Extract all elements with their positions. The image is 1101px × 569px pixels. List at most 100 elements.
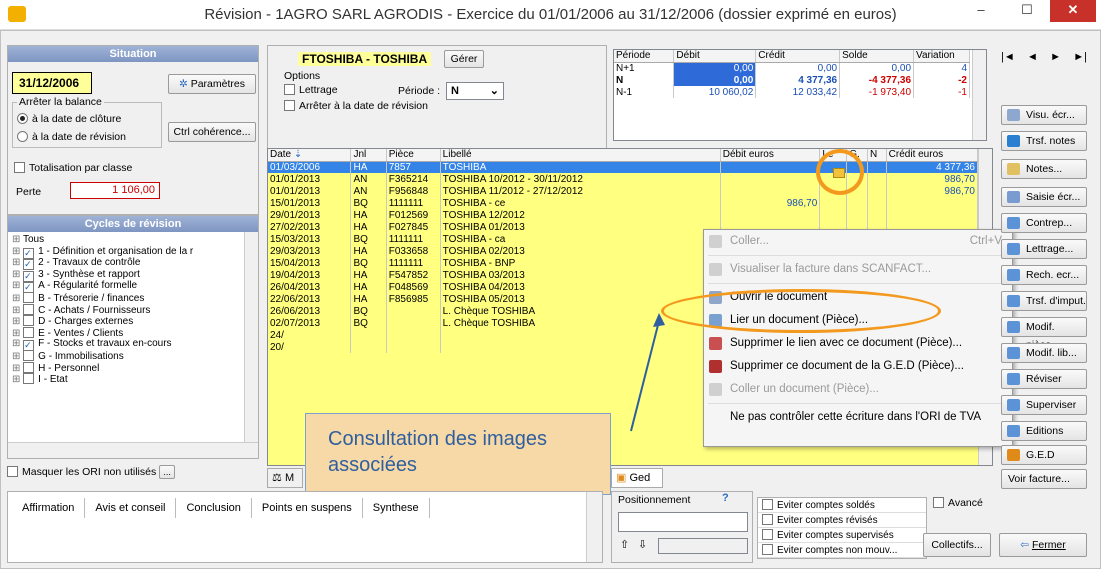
expand-icon[interactable]: ⊞ bbox=[12, 328, 23, 339]
tree-item[interactable]: ⊞ ✓ F - Stocks et travaux en-cours bbox=[12, 338, 244, 352]
expand-icon[interactable]: ⊞ bbox=[12, 257, 23, 268]
tree-item[interactable]: ⊞ ✓ 1 - Définition et organisation de la … bbox=[12, 246, 244, 259]
totalisation-checkbox[interactable]: Totalisation par classe bbox=[14, 162, 132, 174]
side-button[interactable]: Rech. ecr... bbox=[1001, 265, 1087, 285]
expand-icon[interactable]: ⊞ bbox=[12, 269, 23, 280]
menu-item-scanfact[interactable]: Visualiser la facture dans SCANFACT... bbox=[704, 258, 1012, 281]
expand-icon[interactable]: ⊞ bbox=[12, 246, 23, 257]
expand-icon[interactable]: ⊞ bbox=[12, 363, 23, 374]
minimize-icon[interactable]: ‒ bbox=[958, 0, 1004, 22]
period-row[interactable]: N+1 0,00 0,00 0,00 4 bbox=[614, 62, 970, 74]
table-row[interactable]: 01/01/2013 AN F956848 TOSHIBA 11/2012 - 27/… bbox=[268, 185, 979, 197]
filter-checkbox[interactable]: Eviter comptes soldés bbox=[758, 498, 926, 513]
expand-icon[interactable]: ⊞ bbox=[12, 351, 23, 362]
entries-col-header[interactable]: Libellé bbox=[440, 149, 721, 162]
filter-checkbox[interactable]: Eviter comptes supervisés bbox=[758, 528, 926, 543]
checkbox-icon[interactable] bbox=[23, 315, 35, 327]
side-button[interactable]: Notes... bbox=[1001, 159, 1087, 179]
first-icon[interactable]: |◄ bbox=[1001, 51, 1015, 63]
notes-tab[interactable]: Conclusion bbox=[176, 498, 252, 518]
filter-checkbox[interactable]: Eviter comptes non mouv... bbox=[758, 543, 926, 558]
periode-select[interactable]: N ⌄ bbox=[446, 82, 504, 100]
period-scrollbar[interactable] bbox=[972, 50, 986, 140]
checkbox-icon[interactable] bbox=[23, 303, 35, 315]
entries-col-header[interactable]: Débit euros bbox=[720, 149, 821, 162]
entries-col-header[interactable]: Crédit euros bbox=[886, 149, 979, 162]
expand-icon[interactable]: ⊞ bbox=[12, 338, 23, 349]
tree-item[interactable]: ⊞ ✓ 2 - Travaux de contrôle bbox=[12, 257, 244, 271]
checkbox-icon[interactable] bbox=[23, 326, 35, 338]
side-button[interactable]: Saisie écr... bbox=[1001, 187, 1087, 207]
table-row[interactable]: 01/01/2013 AN F365214 TOSHIBA 10/2012 - 30/… bbox=[268, 173, 979, 185]
side-button[interactable]: Editions bbox=[1001, 421, 1087, 441]
last-icon[interactable]: ►| bbox=[1073, 51, 1087, 63]
tree-item[interactable]: ⊞ E - Ventes / Clients bbox=[12, 326, 244, 339]
document-icon[interactable] bbox=[833, 168, 845, 178]
checkbox-icon[interactable] bbox=[23, 291, 35, 303]
lettrage-checkbox[interactable]: Lettrage bbox=[284, 84, 338, 96]
radio-revision[interactable]: à la date de révision bbox=[17, 131, 126, 143]
maximize-icon[interactable]: ☐ bbox=[1004, 0, 1050, 22]
entries-col-header[interactable]: Pièce bbox=[386, 149, 441, 162]
side-button[interactable]: Modif. lib... bbox=[1001, 343, 1087, 363]
side-button[interactable]: Trsf. d'imput. bbox=[1001, 291, 1087, 311]
period-row[interactable]: N 0,00 4 377,36 -4 377,36 -2 bbox=[614, 74, 970, 86]
entries-col-header[interactable]: Date ⇣ bbox=[268, 149, 352, 162]
menu-item-supprimer-lien[interactable]: Supprimer le lien avec ce document (Pièc… bbox=[704, 332, 1012, 355]
notes-tab[interactable]: Avis et conseil bbox=[85, 498, 177, 518]
collectifs-button[interactable]: Collectifs... bbox=[923, 533, 991, 557]
side-button[interactable]: G.E.D bbox=[1001, 445, 1087, 465]
entries-col-header[interactable]: Jnl bbox=[350, 149, 387, 162]
notes-tab[interactable]: Points en suspens bbox=[252, 498, 363, 518]
side-button[interactable]: Modif. pièce... bbox=[1001, 317, 1087, 351]
tree-item[interactable]: ⊞ B - Trésorerie / finances bbox=[12, 291, 244, 304]
fermer-button[interactable]: ⇦ Fermer bbox=[999, 533, 1087, 557]
expand-icon[interactable]: ⊞ bbox=[12, 316, 23, 327]
down-icon[interactable]: ⇩ bbox=[638, 538, 647, 551]
menu-item-coller[interactable]: Coller... Ctrl+V bbox=[704, 230, 1012, 253]
expand-icon[interactable]: ⊞ bbox=[12, 374, 23, 385]
table-row[interactable]: 01/03/2006 HA 7857 TOSHIBA 4 377,36 bbox=[268, 161, 979, 173]
avance-checkbox[interactable]: Avancé bbox=[933, 497, 983, 509]
cycles-hscrollbar[interactable] bbox=[8, 442, 258, 458]
cycles-scrollbar[interactable] bbox=[244, 232, 258, 442]
help-icon[interactable]: ? bbox=[722, 492, 729, 504]
positionnement-input[interactable] bbox=[618, 512, 748, 532]
notes-tab[interactable]: Affirmation bbox=[12, 498, 86, 518]
tree-item[interactable]: ⊞ ✓ 3 - Synthèse et rapport bbox=[12, 269, 244, 282]
tree-item[interactable]: ⊞ C - Achats / Fournisseurs bbox=[12, 303, 244, 316]
tab-m[interactable]: ⚖ M bbox=[267, 468, 303, 488]
filter-checkbox[interactable]: Eviter comptes révisés bbox=[758, 513, 926, 528]
menu-item-supprimer-doc[interactable]: Supprimer ce document de la G.E.D (Pièce… bbox=[704, 355, 1012, 378]
expand-icon[interactable]: ⊞ bbox=[12, 234, 23, 245]
arreter-revision-checkbox[interactable]: Arrêter à la date de révision bbox=[284, 100, 428, 112]
side-button[interactable]: Lettrage... bbox=[1001, 239, 1087, 259]
checkbox-icon[interactable] bbox=[23, 349, 35, 361]
masquer-checkbox[interactable]: Masquer les ORI non utilisés ... bbox=[7, 465, 207, 479]
tree-item[interactable]: ⊞ I - Etat bbox=[12, 373, 244, 385]
up-icon[interactable]: ⇧ bbox=[620, 538, 629, 551]
expand-icon[interactable]: ⊞ bbox=[12, 305, 23, 316]
tree-item[interactable]: ⊞ D - Charges externes bbox=[12, 315, 244, 327]
menu-item-ne-pas-controler[interactable]: Ne pas contrôler cette écriture dans l'O… bbox=[704, 406, 1012, 429]
tree-item[interactable]: ⊞ H - Personnel bbox=[12, 361, 244, 374]
masquer-more-button[interactable]: ... bbox=[159, 465, 176, 479]
period-row[interactable]: N-1 10 060,02 12 033,42 -1 973,40 -1 bbox=[614, 86, 970, 98]
expand-icon[interactable]: ⊞ bbox=[12, 280, 23, 291]
tree-item[interactable]: ⊞ Tous bbox=[12, 234, 244, 246]
next-icon[interactable]: ► bbox=[1050, 51, 1061, 63]
tree-item[interactable]: ⊞ G - Immobilisations bbox=[12, 349, 244, 362]
table-row[interactable]: 29/01/2013 HA F012569 TOSHIBA 12/2012 bbox=[268, 209, 979, 221]
notes-scrollbar[interactable] bbox=[586, 492, 602, 562]
situation-date[interactable]: 31/12/2006 bbox=[12, 72, 92, 94]
side-button[interactable]: Contrep... bbox=[1001, 213, 1087, 233]
side-button[interactable]: Réviser bbox=[1001, 369, 1087, 389]
tab-ged[interactable]: ▣ Ged bbox=[611, 468, 663, 488]
side-button[interactable]: Visu. écr... bbox=[1001, 105, 1087, 125]
gerer-button[interactable]: Gérer bbox=[444, 50, 484, 68]
side-button[interactable]: Voir facture... bbox=[1001, 469, 1087, 489]
prev-icon[interactable]: ◄ bbox=[1027, 51, 1038, 63]
menu-item-coller-doc[interactable]: Coller un document (Pièce)... bbox=[704, 378, 1012, 401]
close-icon[interactable]: ✕ bbox=[1050, 0, 1096, 22]
expand-icon[interactable]: ⊞ bbox=[12, 293, 23, 304]
